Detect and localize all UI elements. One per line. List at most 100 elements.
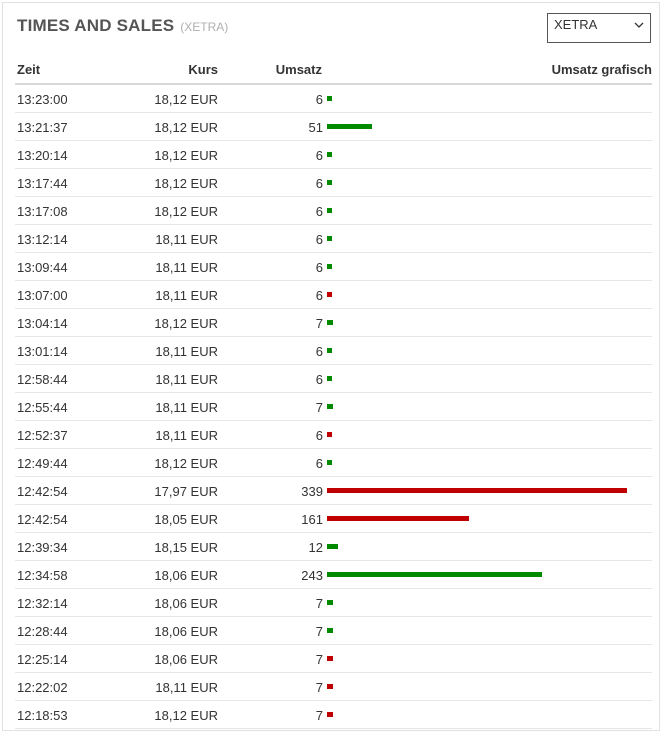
trade-time: 13:17:44 <box>17 176 68 191</box>
table-row: 13:01:14 18,11 EUR 6 <box>15 337 652 365</box>
trade-time: 12:49:44 <box>17 456 68 471</box>
table-body: 13:23:00 18,12 EUR 6 13:21:37 18,12 EUR 51 13:… <box>15 85 652 729</box>
trade-time: 13:07:00 <box>17 288 68 303</box>
volume-bar <box>327 544 338 549</box>
trade-time: 13:09:44 <box>17 260 68 275</box>
table-row: 12:52:37 18,11 EUR 6 <box>15 421 652 449</box>
trade-volume: 243 <box>301 568 323 583</box>
trade-price: 18,12 EUR <box>154 120 218 135</box>
panel-subtitle: (XETRA) <box>180 20 229 34</box>
table-row: 13:21:37 18,12 EUR 51 <box>15 113 652 141</box>
trade-price: 18,06 EUR <box>154 624 218 639</box>
volume-bar <box>327 432 332 437</box>
volume-bar <box>327 600 333 605</box>
volume-bar <box>327 320 333 325</box>
trade-volume: 12 <box>308 540 323 555</box>
column-header-price: Kurs <box>188 62 218 77</box>
trade-price: 18,05 EUR <box>154 512 218 527</box>
table-row: 12:25:14 18,06 EUR 7 <box>15 645 652 673</box>
trades-table: Zeit Kurs Umsatz Umsatz grafisch 13:23:0… <box>15 57 652 729</box>
volume-bar <box>327 236 332 241</box>
trade-price: 18,11 EUR <box>155 232 218 247</box>
trade-price: 18,11 EUR <box>155 260 218 275</box>
panel-title: TIMES AND SALES <box>17 16 175 35</box>
column-header-time: Zeit <box>17 62 41 77</box>
trade-volume: 7 <box>315 596 323 611</box>
volume-bar <box>327 348 332 353</box>
volume-bar <box>327 656 333 661</box>
trade-time: 12:55:44 <box>17 400 68 415</box>
volume-bar <box>327 124 372 129</box>
volume-bar <box>327 180 332 185</box>
trade-price: 18,12 EUR <box>154 176 218 191</box>
trade-time: 13:12:14 <box>17 232 68 247</box>
trade-volume: 7 <box>315 400 323 415</box>
trade-price: 18,12 EUR <box>154 204 218 219</box>
trade-price: 18,12 EUR <box>154 456 218 471</box>
volume-bar <box>327 516 469 521</box>
trade-time: 12:22:02 <box>17 680 68 695</box>
table-row: 12:39:34 18,15 EUR 12 <box>15 533 652 561</box>
trade-price: 18,06 EUR <box>154 568 218 583</box>
trade-time: 12:52:37 <box>17 428 68 443</box>
trade-time: 12:39:34 <box>17 540 68 555</box>
volume-bar <box>327 96 332 101</box>
trade-price: 17,97 EUR <box>154 484 218 499</box>
trade-volume: 6 <box>315 148 323 163</box>
trade-volume: 6 <box>315 176 323 191</box>
trade-volume: 6 <box>315 456 323 471</box>
trade-volume: 339 <box>301 484 323 499</box>
table-header: Zeit Kurs Umsatz Umsatz grafisch <box>15 57 652 85</box>
exchange-select-value: XETRA <box>554 17 598 32</box>
table-row: 13:17:44 18,12 EUR 6 <box>15 169 652 197</box>
trade-price: 18,12 EUR <box>154 708 218 723</box>
trade-price: 18,06 EUR <box>154 596 218 611</box>
table-row: 13:23:00 18,12 EUR 6 <box>15 85 652 113</box>
trade-time: 13:21:37 <box>17 120 68 135</box>
trade-price: 18,11 EUR <box>155 428 218 443</box>
trade-volume: 6 <box>315 288 323 303</box>
trade-time: 12:58:44 <box>17 372 68 387</box>
volume-bar <box>327 208 332 213</box>
trade-volume: 6 <box>315 92 323 107</box>
table-row: 12:49:44 18,12 EUR 6 <box>15 449 652 477</box>
trade-time: 12:28:44 <box>17 624 68 639</box>
volume-bar <box>327 488 627 493</box>
table-row: 13:20:14 18,12 EUR 6 <box>15 141 652 169</box>
trade-price: 18,12 EUR <box>154 92 218 107</box>
trade-volume: 6 <box>315 344 323 359</box>
table-row: 13:17:08 18,12 EUR 6 <box>15 197 652 225</box>
table-row: 12:42:54 17,97 EUR 339 <box>15 477 652 505</box>
trade-price: 18,12 EUR <box>154 316 218 331</box>
trade-volume: 51 <box>308 120 323 135</box>
chevron-down-icon <box>634 22 644 28</box>
volume-bar <box>327 712 333 717</box>
table-row: 13:07:00 18,11 EUR 6 <box>15 281 652 309</box>
volume-bar <box>327 684 333 689</box>
trade-time: 12:42:54 <box>17 512 68 527</box>
table-row: 13:12:14 18,11 EUR 6 <box>15 225 652 253</box>
table-row: 13:04:14 18,12 EUR 7 <box>15 309 652 337</box>
trade-volume: 161 <box>301 512 323 527</box>
trade-volume: 7 <box>315 680 323 695</box>
trade-price: 18,11 EUR <box>155 400 218 415</box>
trade-time: 12:32:14 <box>17 596 68 611</box>
trade-time: 12:18:53 <box>17 708 68 723</box>
volume-bar <box>327 376 332 381</box>
trade-price: 18,11 EUR <box>155 344 218 359</box>
volume-bar <box>327 292 332 297</box>
exchange-select[interactable]: XETRA <box>547 13 651 43</box>
volume-bar <box>327 460 332 465</box>
trade-volume: 6 <box>315 204 323 219</box>
trade-time: 12:42:54 <box>17 484 68 499</box>
trade-time: 13:20:14 <box>17 148 68 163</box>
volume-bar <box>327 264 332 269</box>
panel-header: TIMES AND SALES (XETRA) <box>17 16 228 36</box>
volume-bar <box>327 628 333 633</box>
volume-bar <box>327 404 333 409</box>
table-row: 12:32:14 18,06 EUR 7 <box>15 589 652 617</box>
table-row: 12:34:58 18,06 EUR 243 <box>15 561 652 589</box>
trade-time: 13:01:14 <box>17 344 68 359</box>
trade-volume: 6 <box>315 232 323 247</box>
trade-time: 13:17:08 <box>17 204 68 219</box>
